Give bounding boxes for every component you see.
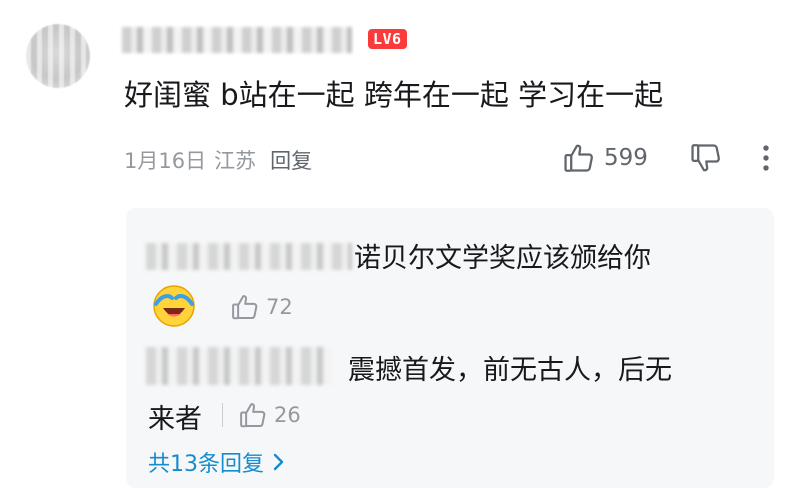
comment-text: 好闺蜜 b站在一起 跨年在一起 学习在一起 (124, 78, 664, 112)
like-count: 599 (604, 145, 648, 171)
reply-button[interactable]: 回复 (270, 149, 312, 173)
total-replies-label: 共13条回复 (148, 452, 264, 477)
divider (222, 403, 223, 427)
comment-location: 江苏 (214, 149, 257, 173)
reply-like-count: 72 (266, 295, 293, 319)
thumbs-up-icon (564, 144, 593, 172)
reply-username-blurred[interactable] (146, 243, 352, 270)
laughing-crying-emoji (153, 285, 195, 327)
reply-text: 诺贝尔文学奖应该颁给你 (354, 243, 651, 274)
more-vertical-icon[interactable] (752, 141, 780, 175)
view-all-replies-link[interactable]: 共13条回复 (148, 446, 286, 478)
thumbs-up-icon (232, 295, 258, 320)
comment-date: 1月16日 (124, 149, 207, 173)
reply-like-button[interactable]: 26 (238, 400, 301, 430)
level-badge: LV6 (368, 29, 407, 49)
username-blurred[interactable] (122, 27, 352, 53)
comment-meta: 1月16日 江苏 回复 (124, 145, 312, 175)
reply-like-button[interactable]: 72 (230, 292, 293, 322)
reply-text: 震撼首发，前无古人，后无 (348, 355, 672, 386)
reply-like-count: 26 (274, 403, 301, 427)
chevron-right-icon (273, 453, 284, 471)
like-button[interactable]: 599 (562, 140, 648, 176)
avatar-blurred[interactable] (26, 24, 90, 88)
reply-username-blurred[interactable] (146, 347, 332, 385)
thumbs-up-icon (240, 403, 266, 428)
thumbs-down-icon[interactable] (689, 141, 723, 175)
reply-text-continued: 来者 (148, 404, 202, 435)
